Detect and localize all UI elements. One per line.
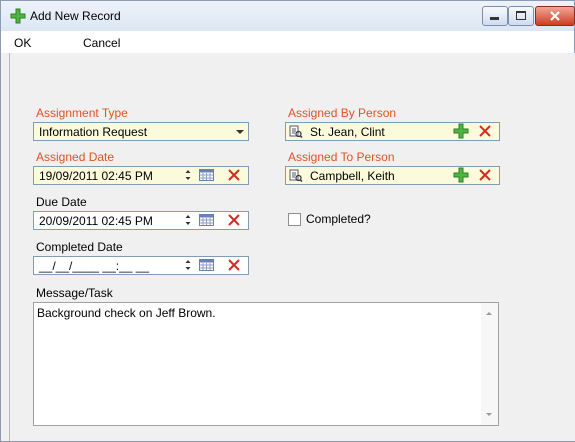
lookup-icon[interactable] [289, 169, 303, 183]
clear-assigned-by-icon[interactable] [478, 124, 492, 138]
assigned-date-value: 19/09/2011 02:45 PM [39, 169, 153, 183]
plus-icon [10, 8, 26, 24]
due-date-field[interactable]: 20/09/2011 02:45 PM [33, 211, 249, 230]
calendar-icon[interactable] [199, 169, 214, 181]
message-task-textarea[interactable]: Background check on Jeff Brown. [33, 302, 499, 426]
chevron-down-icon [236, 130, 244, 134]
menu-bar: OK Cancel [1, 31, 574, 53]
spinner-icon[interactable] [185, 259, 191, 271]
clear-completed-date-icon[interactable] [227, 258, 241, 272]
clear-due-date-icon[interactable] [227, 213, 241, 227]
calendar-icon[interactable] [199, 214, 214, 226]
cancel-menu-item[interactable]: Cancel [83, 36, 120, 50]
maximize-icon [516, 11, 526, 20]
add-person-icon[interactable] [453, 167, 469, 183]
assigned-to-label: Assigned To Person [288, 150, 395, 164]
completed-date-value: __/__/____ __:__ __ [39, 259, 150, 273]
assigned-date-label: Assigned Date [36, 150, 115, 164]
ok-menu-item[interactable]: OK [14, 36, 31, 50]
due-date-value: 20/09/2011 02:45 PM [39, 214, 153, 228]
completed-checkbox-label[interactable]: Completed? [306, 212, 371, 226]
assignment-type-select[interactable]: Information Request [33, 122, 249, 141]
minimize-icon [490, 17, 499, 20]
close-button[interactable] [535, 6, 575, 26]
close-icon [550, 11, 560, 21]
message-task-label: Message/Task [36, 286, 113, 300]
assigned-by-value: St. Jean, Clint [310, 125, 385, 139]
assignment-type-label: Assignment Type [36, 106, 128, 120]
scroll-down-icon[interactable] [486, 413, 492, 416]
lookup-icon[interactable] [289, 125, 303, 139]
due-date-label: Due Date [36, 195, 87, 209]
title-bar: Add New Record [1, 1, 575, 31]
assigned-date-field[interactable]: 19/09/2011 02:45 PM [33, 166, 249, 185]
completed-checkbox[interactable] [288, 213, 301, 226]
completed-date-label: Completed Date [36, 240, 123, 254]
assigned-by-label: Assigned By Person [288, 106, 397, 120]
assignment-type-value: Information Request [39, 125, 148, 139]
clear-assigned-date-icon[interactable] [227, 168, 241, 182]
maximize-button[interactable] [508, 6, 534, 26]
window-title: Add New Record [30, 9, 121, 23]
add-new-record-window: Add New Record OK Cancel Assignment Type… [0, 0, 575, 442]
message-task-value: Background check on Jeff Brown. [37, 306, 216, 320]
completed-date-field[interactable]: __/__/____ __:__ __ [33, 256, 249, 275]
clear-assigned-to-icon[interactable] [478, 168, 492, 182]
spinner-icon[interactable] [185, 169, 191, 181]
add-person-icon[interactable] [453, 123, 469, 139]
calendar-icon[interactable] [199, 259, 214, 271]
minimize-button[interactable] [482, 6, 508, 26]
scrollbar[interactable] [481, 303, 498, 425]
assigned-to-value: Campbell, Keith [310, 169, 395, 183]
scroll-up-icon[interactable] [486, 312, 492, 315]
spinner-icon[interactable] [185, 214, 191, 226]
